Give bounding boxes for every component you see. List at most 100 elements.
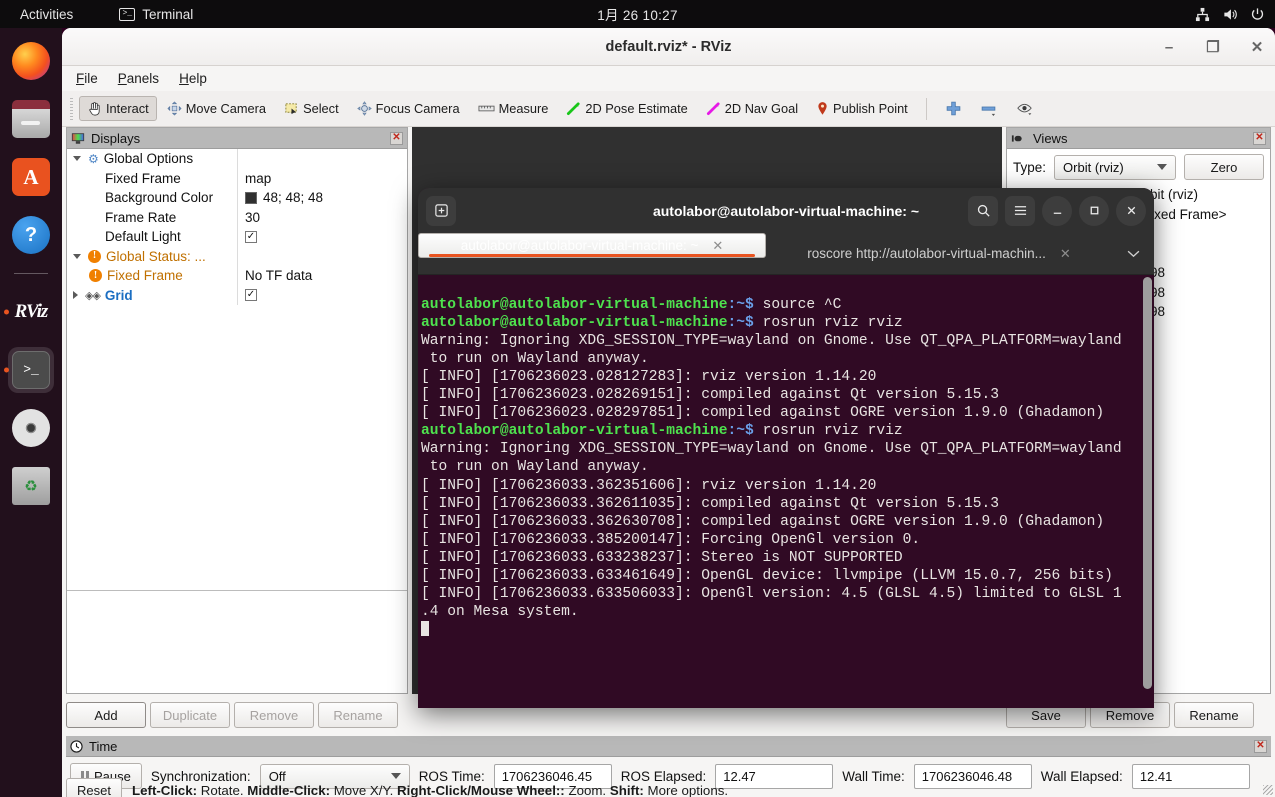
maximize-icon[interactable]: ❐ [1201, 38, 1225, 56]
tool-focus-camera-label: Focus Camera [376, 101, 460, 116]
close-icon[interactable]: ✕ [1254, 740, 1267, 753]
chevron-down-icon[interactable] [73, 156, 81, 161]
dock-item-firefox[interactable] [8, 38, 54, 84]
menu-file[interactable]: File [76, 71, 98, 86]
rviz-toolbar: Interact Move Camera Select [62, 91, 1275, 127]
add-tool-button[interactable] [937, 95, 970, 122]
tool-publish-point[interactable]: Publish Point [808, 96, 916, 121]
display-row-value: ✓ [237, 286, 407, 306]
close-icon[interactable]: ✕ [390, 132, 403, 145]
display-row-fixed-frame[interactable]: Fixed Frame map [67, 169, 407, 189]
warning-icon: ! [88, 250, 101, 263]
toolbar-grip[interactable] [70, 98, 73, 120]
chevron-down-glyph [1126, 249, 1141, 258]
display-row-default-light[interactable]: Default Light ✓ [67, 227, 407, 247]
close-icon[interactable] [1116, 196, 1146, 226]
tool-2d-pose-estimate-label: 2D Pose Estimate [585, 101, 687, 116]
zero-button[interactable]: Zero [1184, 154, 1264, 180]
dock-item-terminal[interactable]: >_ [8, 347, 54, 393]
maximize-glyph [1088, 204, 1101, 217]
tool-2d-nav-goal[interactable]: 2D Nav Goal [698, 96, 806, 121]
maximize-icon[interactable] [1079, 196, 1109, 226]
menu-panels[interactable]: Panels [118, 71, 159, 86]
terminal-headerbar: autolabor@autolabor-virtual-machine: ~ [418, 188, 1154, 233]
dock-item-files[interactable] [8, 96, 54, 142]
terminal-line: Warning: Ignoring XDG_SESSION_TYPE=wayla… [421, 441, 1122, 457]
terminal-output[interactable]: autolabor@autolabor-virtual-machine:~$ s… [418, 275, 1154, 708]
tool-focus-camera[interactable]: Focus Camera [349, 96, 468, 121]
views-type-value: Orbit (rviz) [1063, 160, 1124, 175]
clock[interactable]: 1月 26 10:27 [0, 4, 1275, 24]
scrollbar-thumb[interactable] [1143, 277, 1152, 689]
terminal-tab-1[interactable]: roscore http://autolabor-virtual-machin.… [766, 233, 1112, 274]
new-tab-icon[interactable] [426, 196, 456, 226]
menu-help[interactable]: Help [179, 71, 207, 86]
terminal-line: [ INFO] [1706236033.362630708]: compiled… [421, 514, 1104, 530]
rename-button: Rename [318, 702, 398, 728]
dock-item-rviz[interactable]: RViz [8, 289, 54, 335]
displays-panel-title: Displays [91, 131, 140, 146]
grid-checkbox[interactable]: ✓ [245, 289, 257, 301]
display-row-value[interactable]: 48; 48; 48 [237, 188, 407, 208]
terminal-header-buttons [968, 196, 1146, 226]
chevron-down-icon[interactable] [1112, 233, 1154, 274]
hint-shift: More options. [644, 783, 728, 797]
close-icon[interactable]: ✕ [712, 238, 723, 254]
dock-item-disk[interactable] [8, 405, 54, 451]
dock-item-trash[interactable]: ♻ [8, 463, 54, 509]
display-row-value[interactable]: 30 [237, 208, 407, 228]
display-row-global-status[interactable]: ! Global Status: ... [67, 247, 407, 267]
dock-item-ubuntu-software[interactable]: A [8, 154, 54, 200]
tool-measure[interactable]: Measure [470, 96, 557, 121]
system-status-area[interactable] [1195, 7, 1265, 22]
terminal-scrollbar[interactable] [1143, 277, 1152, 706]
tool-select[interactable]: Select [276, 96, 347, 121]
tool-interact[interactable]: Interact [79, 96, 157, 121]
displays-tree: ⚙ Global Options Fixed Frame map Backgro… [67, 149, 407, 305]
add-button[interactable]: Add [66, 702, 146, 728]
gnome-top-bar: Activities >_ Terminal 1月 26 10:27 [0, 0, 1275, 28]
display-row-status-fixed-frame[interactable]: ! Fixed Frame No TF data [67, 266, 407, 286]
terminal-line: Warning: Ignoring XDG_SESSION_TYPE=wayla… [421, 333, 1122, 349]
remove-tool-button[interactable] [972, 95, 1005, 122]
close-icon[interactable]: ✕ [1253, 132, 1266, 145]
reset-button[interactable]: Reset [66, 778, 122, 797]
close-icon[interactable]: ✕ [1245, 38, 1269, 56]
tool-2d-pose-estimate[interactable]: 2D Pose Estimate [558, 96, 695, 121]
default-light-checkbox[interactable]: ✓ [245, 231, 257, 243]
display-row-global-options[interactable]: ⚙ Global Options [67, 149, 407, 169]
move-camera-icon [167, 101, 182, 116]
display-row-value: ✓ [237, 227, 407, 247]
minimize-icon[interactable] [1042, 196, 1072, 226]
display-row-value[interactable]: map [237, 169, 407, 189]
display-row-background-color[interactable]: Background Color 48; 48; 48 [67, 188, 407, 208]
display-row-value [237, 247, 407, 267]
display-row-grid[interactable]: ◈◈ Grid ✓ [67, 286, 407, 306]
tool-move-camera[interactable]: Move Camera [159, 96, 274, 121]
tool-properties-button[interactable] [1007, 95, 1042, 122]
toolbar-separator [926, 98, 927, 120]
rviz-window-title: default.rviz* - RViz [606, 39, 732, 55]
terminal-line: [ INFO] [1706236033.362351606]: rviz ver… [421, 478, 876, 494]
display-row-frame-rate[interactable]: Frame Rate 30 [67, 208, 407, 228]
tool-move-camera-label: Move Camera [186, 101, 266, 116]
hint-left-bold: Left-Click: [132, 783, 197, 797]
files-icon [12, 100, 50, 138]
display-row-label: Default Light [105, 229, 181, 244]
chevron-right-icon[interactable] [73, 291, 78, 299]
dock-item-help[interactable]: ? [8, 212, 54, 258]
chevron-down-icon[interactable] [73, 254, 81, 259]
resize-grip[interactable] [1263, 785, 1273, 795]
grid-icon: ◈◈ [85, 289, 100, 302]
volume-icon [1222, 7, 1238, 22]
ubuntu-dock: A ? RViz >_ ♻ [0, 28, 62, 797]
hamburger-menu-icon[interactable] [1005, 196, 1035, 226]
views-type-select[interactable]: Orbit (rviz) [1054, 155, 1176, 180]
minimize-icon[interactable]: – [1157, 39, 1181, 56]
views-rename-button[interactable]: Rename [1174, 702, 1254, 728]
close-icon[interactable]: ✕ [1060, 246, 1071, 262]
search-icon[interactable] [968, 196, 998, 226]
hand-cursor-icon [87, 101, 102, 116]
terminal-tab-0[interactable]: autolabor@autolabor-virtual-machine: ~ ✕ [418, 233, 766, 258]
displays-splitter[interactable] [67, 590, 407, 591]
